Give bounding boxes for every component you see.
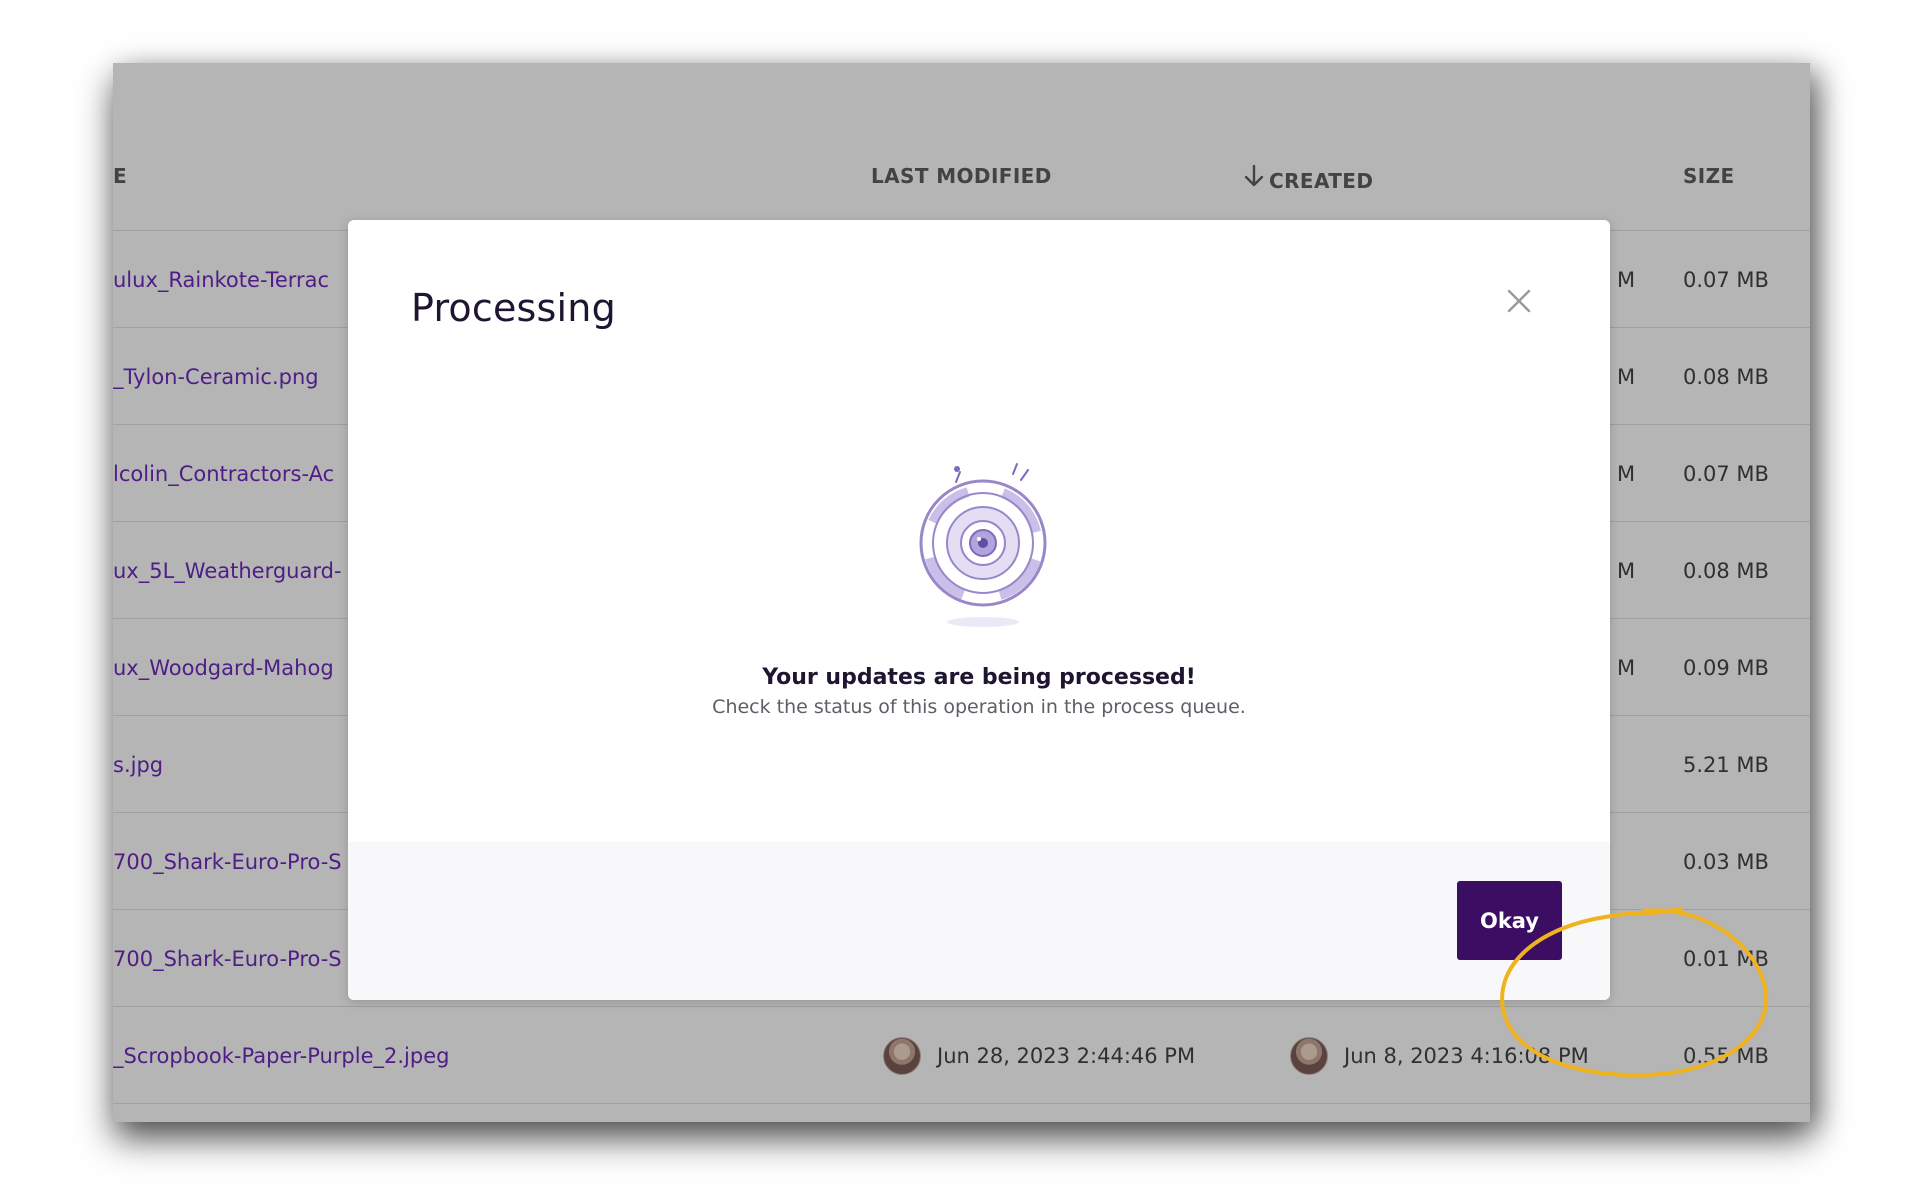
processing-dialog: Processing Your updates are being proces… bbox=[348, 220, 1610, 1000]
okay-button[interactable]: Okay bbox=[1457, 881, 1562, 960]
processing-message-title: Your updates are being processed! bbox=[762, 665, 1196, 690]
dialog-footer: Okay bbox=[348, 842, 1610, 1000]
screenshot-frame: E LAST MODIFIED CREATED SIZE ulux_Rainko… bbox=[113, 63, 1810, 1122]
processing-gear-icon bbox=[908, 460, 1058, 630]
close-button[interactable] bbox=[1502, 286, 1536, 320]
close-icon bbox=[1506, 288, 1532, 318]
processing-message-subtitle: Check the status of this operation in th… bbox=[712, 696, 1246, 718]
dialog-title: Processing bbox=[411, 286, 616, 330]
